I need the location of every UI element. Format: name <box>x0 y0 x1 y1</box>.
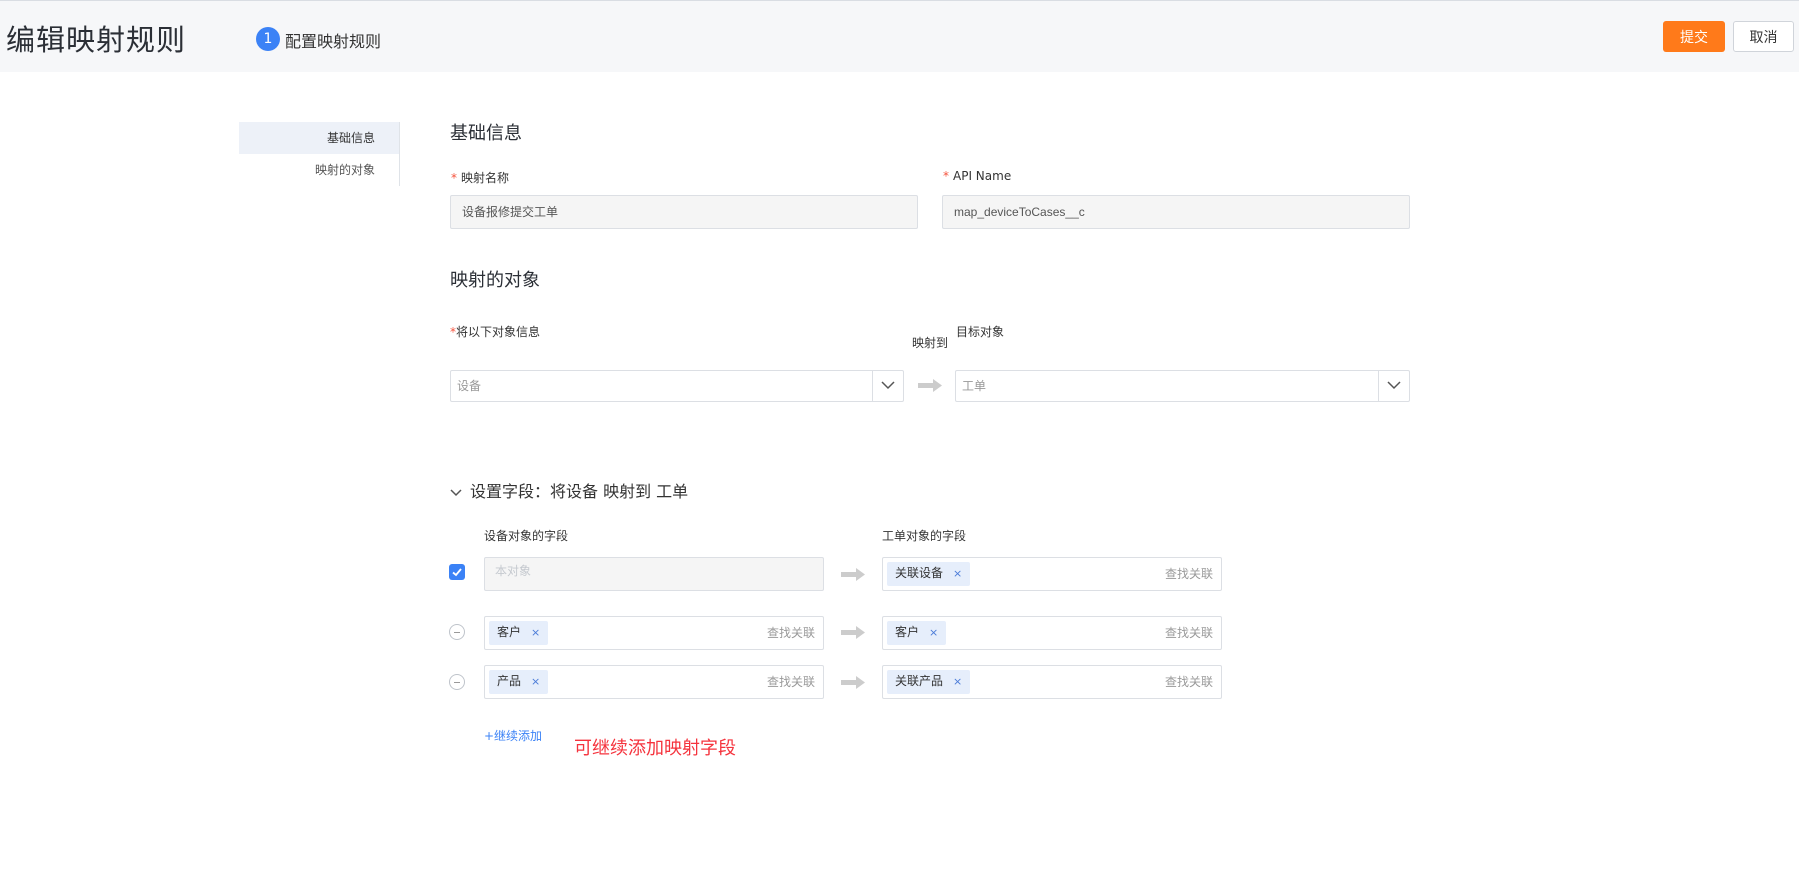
source-object-label: *将以下对象信息 <box>450 325 541 339</box>
basic-info-heading: 基础信息 <box>450 123 522 144</box>
target-fields-header: 工单对象的字段 <box>882 529 967 543</box>
maps-to-label: 映射到 <box>912 336 949 350</box>
page-header: 编辑映射规则 1 配置映射规则 提交 取消 <box>0 0 1799 72</box>
field-settings-toggle[interactable]: 设置字段：将设备 映射到 工单 <box>450 478 688 502</box>
step-label: 配置映射规则 <box>285 32 382 51</box>
mapped-object-heading: 映射的对象 <box>450 270 540 291</box>
row-checkbox[interactable] <box>449 564 465 580</box>
remove-tag-icon[interactable]: × <box>953 675 962 688</box>
lookup-link[interactable]: 查找关联 <box>767 666 815 698</box>
source-field-input: 本对象 <box>484 557 824 591</box>
page-title: 编辑映射规则 <box>6 23 187 57</box>
lookup-link[interactable]: 查找关联 <box>767 617 815 649</box>
chevron-down-icon[interactable] <box>872 371 903 401</box>
source-object-value: 设备 <box>457 379 482 393</box>
field-settings-title: 设置字段：将设备 映射到 工单 <box>470 482 689 501</box>
target-field-input[interactable]: 客户 × 查找关联 <box>882 616 1222 650</box>
field-tag: 客户 × <box>887 621 947 645</box>
source-field-input[interactable]: 客户 × 查找关联 <box>484 616 824 650</box>
arrow-right-icon <box>841 626 865 639</box>
api-name-label: * API Name <box>943 169 1012 183</box>
remove-tag-icon[interactable]: × <box>953 567 962 580</box>
required-marker: * <box>943 169 949 183</box>
nav-item-mapped-object[interactable]: 映射的对象 <box>239 154 399 186</box>
target-object-select[interactable]: 工单 <box>955 370 1410 402</box>
cancel-button[interactable]: 取消 <box>1733 21 1794 52</box>
lookup-link[interactable]: 查找关联 <box>1165 558 1213 590</box>
mapping-name-label: * 映射名称 <box>451 171 510 185</box>
required-marker: * <box>451 171 457 185</box>
source-field-placeholder: 本对象 <box>495 564 532 578</box>
chevron-down-icon[interactable] <box>1378 371 1409 401</box>
source-object-select[interactable]: 设备 <box>450 370 904 402</box>
add-more-link[interactable]: +继续添加 <box>484 727 542 744</box>
remove-tag-icon[interactable]: × <box>531 626 540 639</box>
target-field-input[interactable]: 关联设备 × 查找关联 <box>882 557 1222 591</box>
remove-tag-icon[interactable]: × <box>531 675 540 688</box>
step-indicator: 1 <box>256 27 280 51</box>
mapping-name-input[interactable]: 设备报修提交工单 <box>450 195 918 229</box>
remove-tag-icon[interactable]: × <box>929 626 938 639</box>
field-tag: 产品 × <box>489 670 549 694</box>
lookup-link[interactable]: 查找关联 <box>1165 666 1213 698</box>
api-name-input[interactable]: map_deviceToCases__c <box>942 195 1410 229</box>
field-tag: 客户 × <box>489 621 549 645</box>
section-nav: 基础信息 映射的对象 <box>239 122 400 186</box>
lookup-link[interactable]: 查找关联 <box>1165 617 1213 649</box>
field-tag: 关联产品 × <box>887 670 971 694</box>
target-object-label: 目标对象 <box>956 325 1005 339</box>
arrow-right-icon <box>918 379 942 392</box>
annotation-note: 可继续添加映射字段 <box>574 738 736 759</box>
source-field-input[interactable]: 产品 × 查找关联 <box>484 665 824 699</box>
target-object-value: 工单 <box>962 379 987 393</box>
arrow-right-icon <box>841 568 865 581</box>
target-field-input[interactable]: 关联产品 × 查找关联 <box>882 665 1222 699</box>
field-tag: 关联设备 × <box>887 562 971 586</box>
arrow-right-icon <box>841 676 865 689</box>
check-icon <box>452 568 462 577</box>
remove-row-icon[interactable] <box>449 624 465 640</box>
source-fields-header: 设备对象的字段 <box>484 529 569 543</box>
chevron-down-icon <box>450 488 462 496</box>
remove-row-icon[interactable] <box>449 674 465 690</box>
submit-button[interactable]: 提交 <box>1663 21 1725 52</box>
nav-item-basic-info[interactable]: 基础信息 <box>239 122 399 154</box>
